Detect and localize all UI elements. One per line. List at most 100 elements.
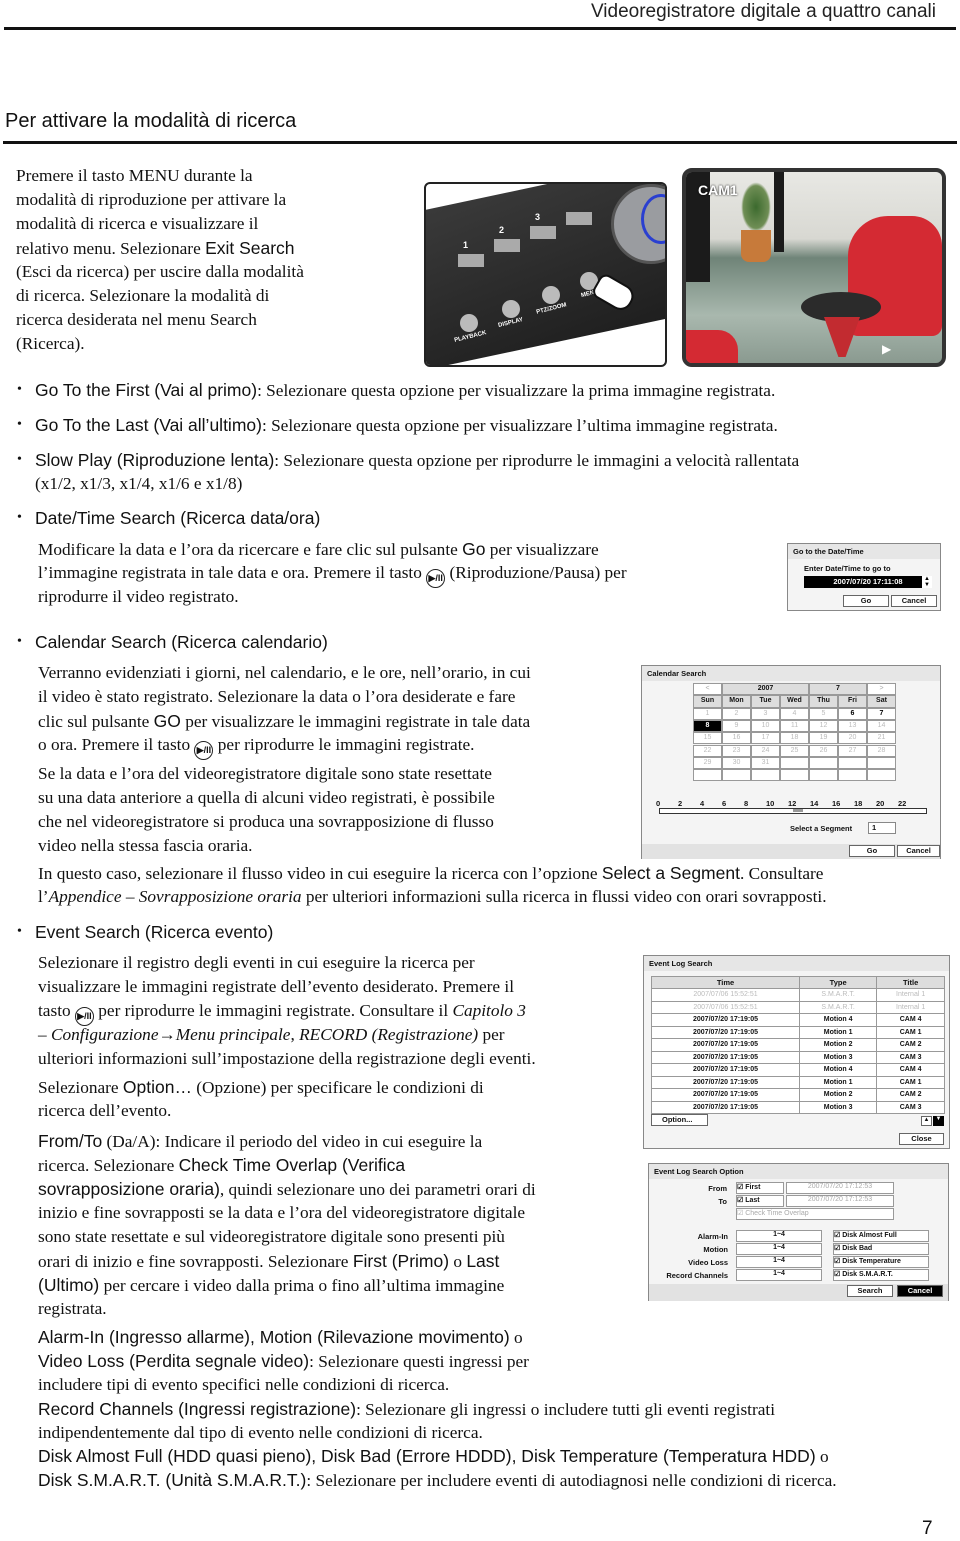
channel-select[interactable]: 1~4 xyxy=(736,1269,822,1281)
channel-select[interactable]: 1~4 xyxy=(736,1256,822,1268)
text-segment: ulteriori informazioni sull’impostazione… xyxy=(38,1049,536,1068)
from-first-checkbox[interactable]: ☑ First xyxy=(736,1182,784,1194)
table-row[interactable]: 2007/07/20 17:19:05 Motion 1 CAM 1 xyxy=(650,1075,945,1089)
weekday-header: Thu xyxy=(809,695,838,708)
text-line: ricerca dell’evento. xyxy=(38,1099,484,1123)
to-datetime-field[interactable]: 2007/07/20 17:12:53 xyxy=(786,1195,894,1207)
table-row[interactable]: 2007/07/20 17:19:05 Motion 2 CAM 2 xyxy=(650,1038,945,1052)
table-row[interactable]: 2007/07/06 15:52:51 S.M.A.R.T. Internal 1 xyxy=(650,1000,945,1014)
channel-select[interactable]: 1~4 xyxy=(736,1230,822,1242)
calendar-day[interactable]: 17 xyxy=(751,732,780,745)
column-header[interactable]: Type xyxy=(799,976,878,989)
go-button[interactable]: Go xyxy=(849,845,895,857)
text-line: visualizzare le immagini registrate dell… xyxy=(38,975,536,999)
text-segment: : Selezionare questa opzione per visuali… xyxy=(261,416,778,435)
calendar-day[interactable]: 22 xyxy=(693,744,722,757)
calendar-day[interactable]: 18 xyxy=(780,732,809,745)
table-cell: Internal 1 xyxy=(876,1000,945,1014)
calendar-day[interactable]: 19 xyxy=(809,732,838,745)
check-time-overlap-checkbox[interactable]: ☑ Check Time Overlap xyxy=(736,1208,894,1220)
from-datetime-field[interactable]: 2007/07/20 17:12:53 xyxy=(786,1182,894,1194)
calendar-day[interactable]: 12 xyxy=(809,719,838,733)
table-row[interactable]: 2007/07/20 17:19:05 Motion 3 CAM 3 xyxy=(650,1100,945,1114)
disk-event-checkbox[interactable]: ☑ Disk Almost Full xyxy=(833,1230,929,1242)
prev-month-button[interactable]: < xyxy=(693,683,722,696)
table-row[interactable]: 2007/07/20 17:19:05 Motion 4 CAM 4 xyxy=(650,1063,945,1077)
text-segment: : Selezionare questi ingressi per xyxy=(309,1352,529,1371)
cancel-button[interactable]: Cancel xyxy=(891,595,937,607)
calendar-day xyxy=(838,756,867,770)
text-line: l’immagine registrata in tale data e ora… xyxy=(38,561,627,588)
calendar-day[interactable]: 6 xyxy=(838,707,867,720)
calendar-day[interactable]: 26 xyxy=(809,744,838,757)
table-cell: 2007/07/20 17:19:05 xyxy=(650,1013,801,1027)
spinner-icon[interactable]: ▲ ▼ xyxy=(922,576,932,588)
table-row[interactable]: 2007/07/06 15:52:51 S.M.A.R.T. Internal 1 xyxy=(650,988,945,1002)
table-row[interactable]: 2007/07/20 17:19:05 Motion 1 CAM 1 xyxy=(650,1025,945,1039)
scroll-up-icon[interactable]: ▲ xyxy=(921,1116,932,1126)
text-segment: video nella stessa fascia oraria. xyxy=(38,836,253,855)
text-line: che nel videoregistratore si produca una… xyxy=(38,810,495,834)
calendar-day[interactable]: 27 xyxy=(838,744,867,757)
text-line: relativo menu. Selezionare Exit Search xyxy=(16,236,304,260)
text-segment: , quindi selezionare uno dei parametri o… xyxy=(219,1180,536,1199)
calendar-day[interactable]: 29 xyxy=(693,756,722,770)
calendar-day[interactable]: 28 xyxy=(867,744,896,757)
option-button[interactable]: Option... xyxy=(651,1114,708,1126)
disk-event-checkbox[interactable]: ☑ Disk Bad xyxy=(833,1243,929,1255)
calendar-day[interactable]: 2 xyxy=(722,707,751,720)
table-cell: Motion 1 xyxy=(799,1075,878,1089)
calendar-day[interactable]: 1 xyxy=(693,707,722,720)
calendar-day[interactable]: 20 xyxy=(838,732,867,745)
weekday-header: Fri xyxy=(838,695,867,708)
next-month-button[interactable]: > xyxy=(867,683,896,696)
calendar-day[interactable]: 9 xyxy=(722,719,751,733)
text-line: From/To (Da/A): Indicare il periodo del … xyxy=(38,1129,536,1153)
disk-event-checkbox[interactable]: ☑ Disk S.M.A.R.T. xyxy=(833,1269,929,1281)
camera-image: CAM1 ▶ xyxy=(682,168,946,367)
calendar-day[interactable]: 11 xyxy=(780,719,809,733)
datetime-input[interactable]: 2007/07/20 17:11:08 xyxy=(804,576,932,588)
calendar-day[interactable]: 24 xyxy=(751,744,780,757)
calendar-day[interactable]: 10 xyxy=(751,719,780,733)
calendar-day[interactable]: 21 xyxy=(867,732,896,745)
calendar-day[interactable]: 8 xyxy=(693,719,722,733)
close-button[interactable]: Close xyxy=(899,1133,944,1145)
text-line: sono state resettate e sul videoregistra… xyxy=(38,1225,536,1249)
bullet: • xyxy=(17,452,22,467)
to-last-checkbox[interactable]: ☑ Last xyxy=(736,1195,784,1207)
cancel-button[interactable]: Cancel xyxy=(897,845,940,857)
go-first-item: Go To the First (Vai al primo): Selezion… xyxy=(35,378,775,402)
calendar-day[interactable]: 13 xyxy=(838,719,867,733)
table-row[interactable]: 2007/07/20 17:19:05 Motion 3 CAM 3 xyxy=(650,1050,945,1064)
calendar-day[interactable]: 15 xyxy=(693,732,722,745)
text-segment: per riprodurre le immagini registrate. xyxy=(213,735,475,754)
calendar-day[interactable]: 23 xyxy=(722,744,751,757)
calendar-day[interactable]: 3 xyxy=(751,707,780,720)
calendar-day[interactable]: 30 xyxy=(722,756,751,770)
text-segment: per riprodurre le immagini registrate. C… xyxy=(93,1001,453,1020)
calendar-day xyxy=(867,769,896,782)
calendar-day[interactable]: 14 xyxy=(867,719,896,733)
channel-select[interactable]: 1~4 xyxy=(736,1243,822,1255)
year-field[interactable]: 2007 xyxy=(722,683,809,696)
calendar-day[interactable]: 16 xyxy=(722,732,751,745)
column-header[interactable]: Time xyxy=(650,976,801,989)
calendar-day[interactable]: 31 xyxy=(751,756,780,770)
table-cell: Internal 1 xyxy=(876,988,945,1002)
cancel-button[interactable]: Cancel xyxy=(897,1285,943,1297)
text-line: modalità di ricerca e visualizzare il xyxy=(16,212,304,236)
segment-select[interactable]: 1 xyxy=(868,822,896,834)
calendar-day[interactable]: 5 xyxy=(809,707,838,720)
calendar-day[interactable]: 7 xyxy=(867,707,896,720)
table-row[interactable]: 2007/07/20 17:19:05 Motion 2 CAM 2 xyxy=(650,1088,945,1102)
scroll-down-icon[interactable]: ▼ xyxy=(933,1116,944,1126)
table-row[interactable]: 2007/07/20 17:19:05 Motion 4 CAM 4 xyxy=(650,1013,945,1027)
column-header[interactable]: Title xyxy=(876,976,945,989)
calendar-day[interactable]: 4 xyxy=(780,707,809,720)
calendar-day[interactable]: 25 xyxy=(780,744,809,757)
go-button[interactable]: Go xyxy=(843,595,889,607)
month-field[interactable]: 7 xyxy=(809,683,867,696)
search-button[interactable]: Search xyxy=(847,1285,893,1297)
disk-event-checkbox[interactable]: ☑ Disk Temperature xyxy=(833,1256,929,1268)
